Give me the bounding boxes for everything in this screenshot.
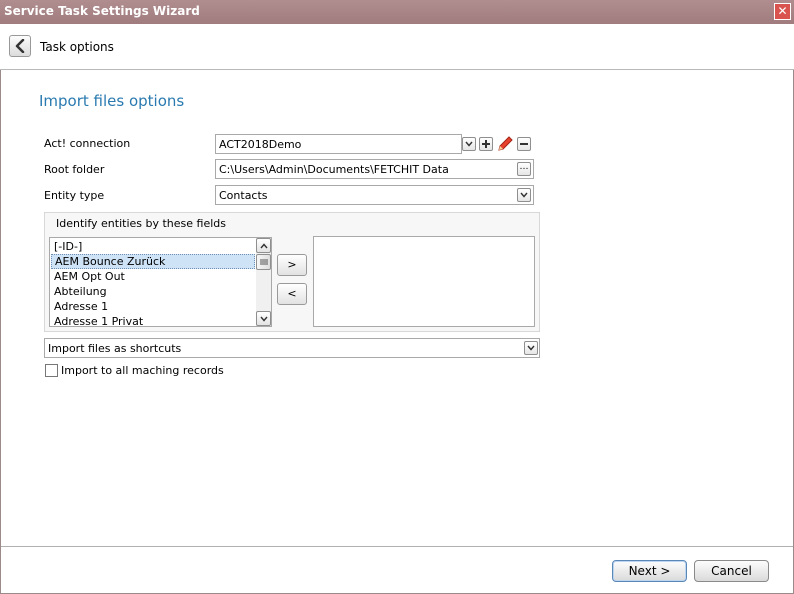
- back-button[interactable]: [9, 35, 31, 57]
- grip-icon: [260, 259, 268, 265]
- import-all-checkbox[interactable]: [45, 364, 58, 377]
- window-title: Service Task Settings Wizard: [4, 4, 200, 18]
- page-title: Import files options: [39, 92, 185, 110]
- browse-folder-button[interactable]: …: [517, 162, 531, 176]
- list-item[interactable]: Abteilung: [51, 284, 255, 299]
- minus-icon: [520, 143, 528, 145]
- list-scrollbar[interactable]: [256, 238, 271, 326]
- chevron-up-icon: [260, 243, 268, 249]
- identify-fields-title: Identify entities by these fields: [56, 217, 226, 230]
- root-folder-input[interactable]: C:\Users\Admin\Documents\FETCHIT Data: [215, 159, 534, 179]
- remove-connection-button[interactable]: [517, 137, 531, 151]
- list-item[interactable]: Adresse 1 Privat: [51, 314, 255, 326]
- selected-fields-list[interactable]: [313, 236, 535, 327]
- connection-select[interactable]: ACT2018Demo: [215, 134, 462, 154]
- list-item[interactable]: [-ID-]: [51, 239, 255, 254]
- available-fields-list[interactable]: [-ID-] AEM Bounce Zurück AEM Opt Out Abt…: [49, 237, 272, 327]
- import-mode-select[interactable]: Import files as shortcuts: [44, 338, 540, 358]
- remove-field-button[interactable]: <: [277, 283, 307, 305]
- add-field-button[interactable]: >: [277, 254, 307, 276]
- connection-value: ACT2018Demo: [219, 138, 302, 151]
- scroll-thumb[interactable]: [256, 254, 271, 270]
- list-item[interactable]: AEM Opt Out: [51, 269, 255, 284]
- cancel-button[interactable]: Cancel: [694, 560, 769, 582]
- wizard-header: [0, 24, 794, 70]
- plus-icon: [482, 140, 490, 148]
- edit-connection-button[interactable]: [496, 135, 515, 153]
- entity-type-select[interactable]: Contacts: [215, 185, 534, 205]
- scroll-down-button[interactable]: [256, 311, 271, 326]
- ellipsis-icon: …: [519, 162, 529, 172]
- chevron-down-icon: [527, 345, 535, 351]
- close-window-button[interactable]: ✕: [774, 3, 791, 20]
- root-folder-value: C:\Users\Admin\Documents\FETCHIT Data: [219, 163, 449, 176]
- connection-label: Act! connection: [44, 137, 131, 150]
- entity-type-label: Entity type: [44, 189, 105, 202]
- pencil-icon: [498, 136, 513, 151]
- header-title: Task options: [40, 40, 114, 54]
- chevron-down-icon: [465, 141, 473, 147]
- connection-dropdown-button[interactable]: [462, 137, 476, 151]
- chevron-left-icon: [15, 39, 25, 53]
- import-mode-dropdown-button[interactable]: [524, 341, 538, 355]
- list-item-selected[interactable]: AEM Bounce Zurück: [51, 254, 255, 269]
- add-connection-button[interactable]: [479, 137, 493, 151]
- next-button[interactable]: Next >: [612, 560, 687, 582]
- import-mode-value: Import files as shortcuts: [48, 342, 182, 355]
- list-item[interactable]: Adresse 1: [51, 299, 255, 314]
- window-title-bar: Service Task Settings Wizard ✕: [0, 0, 794, 24]
- chevron-down-icon: [520, 192, 528, 198]
- chevron-down-icon: [260, 316, 268, 322]
- root-folder-label: Root folder: [44, 163, 105, 176]
- import-all-label[interactable]: Import to all maching records: [61, 364, 224, 377]
- close-icon: ✕: [777, 4, 788, 18]
- scroll-up-button[interactable]: [256, 238, 271, 253]
- entity-type-value: Contacts: [219, 189, 268, 202]
- footer-divider: [1, 546, 793, 547]
- entity-type-dropdown-button[interactable]: [517, 188, 531, 202]
